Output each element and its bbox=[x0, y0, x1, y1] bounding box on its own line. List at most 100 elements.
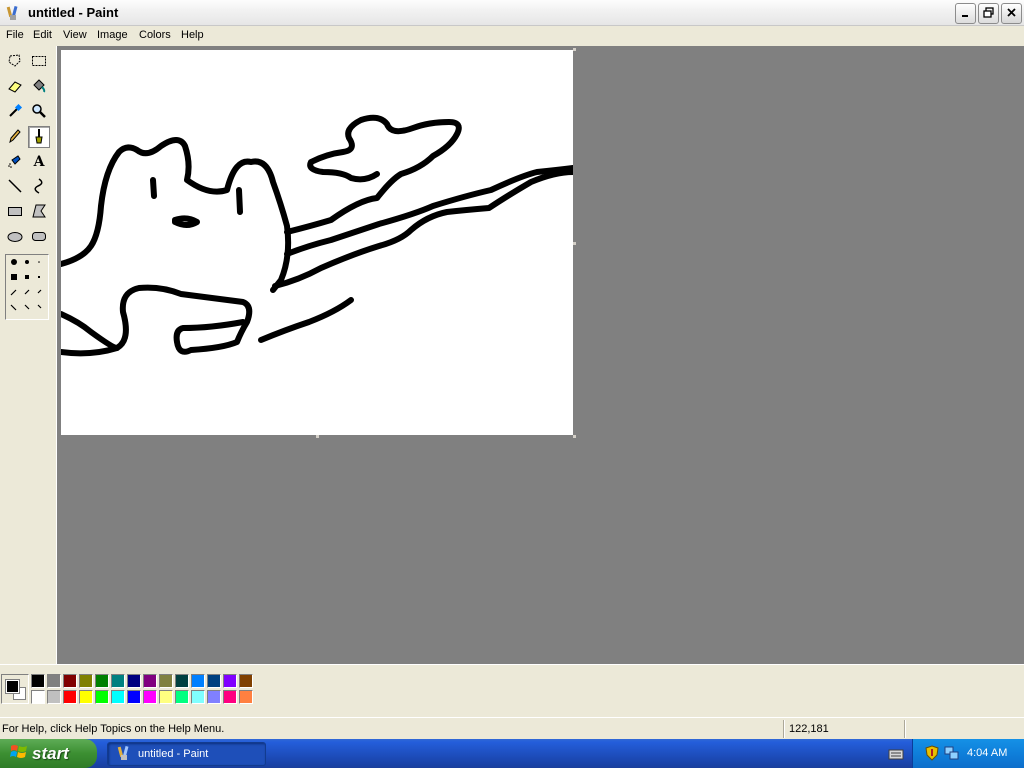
palette-color-swatch[interactable] bbox=[79, 674, 93, 688]
palette-color-swatch[interactable] bbox=[175, 690, 189, 704]
restore-button[interactable] bbox=[978, 3, 999, 24]
palette-color-swatch[interactable] bbox=[127, 690, 141, 704]
palette-color-swatch[interactable] bbox=[207, 674, 221, 688]
foreground-color bbox=[5, 679, 20, 694]
palette-color-swatch[interactable] bbox=[95, 690, 109, 704]
palette-color-swatch[interactable] bbox=[175, 674, 189, 688]
rectangle-tool[interactable] bbox=[4, 201, 26, 223]
text-icon: A bbox=[33, 154, 45, 170]
pencil-tool[interactable] bbox=[4, 126, 26, 148]
magnifier-icon bbox=[31, 103, 47, 122]
toolbox: A bbox=[0, 46, 57, 664]
palette-color-swatch[interactable] bbox=[111, 690, 125, 704]
palette-color-swatch[interactable] bbox=[63, 674, 77, 688]
select-icon bbox=[31, 53, 47, 72]
cursor-coordinates: 122,181 bbox=[789, 723, 829, 735]
taskbar-paint-button[interactable]: untitled - Paint bbox=[107, 742, 266, 766]
title-bar: untitled - Paint bbox=[0, 0, 1024, 26]
palette-color-swatch[interactable] bbox=[239, 690, 253, 704]
line-tool[interactable] bbox=[4, 176, 26, 198]
palette-color-swatch[interactable] bbox=[159, 674, 173, 688]
curve-tool[interactable] bbox=[28, 176, 50, 198]
palette-color-swatch[interactable] bbox=[31, 690, 45, 704]
brush-shape-options[interactable] bbox=[6, 255, 48, 319]
palette-color-swatch[interactable] bbox=[63, 690, 77, 704]
rectangle-icon bbox=[7, 203, 23, 222]
menu-view[interactable]: View bbox=[63, 29, 87, 41]
menu-help[interactable]: Help bbox=[181, 29, 204, 41]
palette-color-swatch[interactable] bbox=[127, 674, 141, 688]
close-icon bbox=[1006, 7, 1017, 21]
free-form-select-tool[interactable] bbox=[4, 51, 26, 73]
network-icon[interactable] bbox=[944, 745, 960, 764]
palette-color-swatch[interactable] bbox=[95, 674, 109, 688]
taskbar-paint-label: untitled - Paint bbox=[138, 748, 209, 760]
start-button[interactable]: start bbox=[0, 739, 97, 768]
paint-app-icon[interactable] bbox=[5, 5, 21, 21]
palette-color-swatch[interactable] bbox=[207, 690, 221, 704]
select-tool[interactable] bbox=[28, 51, 50, 73]
palette-color-swatch[interactable] bbox=[143, 690, 157, 704]
resize-handle-right[interactable] bbox=[573, 242, 576, 245]
palette-color-swatch[interactable] bbox=[191, 690, 205, 704]
palette-color-swatch[interactable] bbox=[223, 674, 237, 688]
airbrush-icon bbox=[7, 153, 23, 172]
security-shield-icon[interactable] bbox=[925, 745, 939, 764]
pick-color-tool[interactable] bbox=[4, 101, 26, 123]
eraser-icon bbox=[7, 78, 23, 97]
fill-bucket-icon bbox=[31, 78, 47, 97]
airbrush-tool[interactable] bbox=[4, 151, 26, 173]
brush-tool[interactable] bbox=[28, 126, 50, 148]
line-icon bbox=[7, 178, 23, 197]
taskbar: start untitled - Paint 4:04 AM bbox=[0, 739, 1024, 768]
palette-color-swatch[interactable] bbox=[31, 674, 45, 688]
start-label: start bbox=[32, 743, 69, 763]
palette-color-swatch[interactable] bbox=[239, 674, 253, 688]
menu-image[interactable]: Image bbox=[97, 29, 128, 41]
drawing-canvas[interactable] bbox=[58, 50, 576, 435]
close-button[interactable] bbox=[1001, 3, 1022, 24]
keyboard-icon[interactable] bbox=[888, 747, 904, 764]
restore-icon bbox=[983, 6, 994, 21]
resize-handle-bottom-right[interactable] bbox=[573, 435, 576, 438]
resize-handle-bottom[interactable] bbox=[316, 435, 319, 438]
brush-options-panel bbox=[5, 254, 49, 320]
current-colors bbox=[1, 674, 29, 704]
polygon-tool[interactable] bbox=[28, 201, 50, 223]
system-clock: 4:04 AM bbox=[967, 747, 1008, 759]
palette-color-swatch[interactable] bbox=[111, 674, 125, 688]
menu-file[interactable]: File bbox=[6, 29, 24, 41]
palette-color-swatch[interactable] bbox=[223, 690, 237, 704]
windows-logo-icon bbox=[10, 743, 28, 764]
minimize-icon bbox=[960, 7, 971, 21]
polygon-icon bbox=[31, 203, 47, 222]
pencil-icon bbox=[7, 128, 23, 147]
status-divider bbox=[783, 720, 785, 738]
status-divider bbox=[904, 720, 906, 738]
status-help-text: For Help, click Help Topics on the Help … bbox=[2, 723, 225, 735]
rounded-rectangle-tool[interactable] bbox=[28, 226, 50, 248]
fill-tool[interactable] bbox=[28, 76, 50, 98]
palette-color-swatch[interactable] bbox=[191, 674, 205, 688]
palette-color-swatch[interactable] bbox=[159, 690, 173, 704]
workspace bbox=[57, 46, 1024, 664]
magnifier-tool[interactable] bbox=[28, 101, 50, 123]
palette-color-swatch[interactable] bbox=[47, 690, 61, 704]
curve-icon bbox=[31, 177, 47, 197]
resize-handle-top-right[interactable] bbox=[573, 48, 576, 51]
minimize-button[interactable] bbox=[955, 3, 976, 24]
text-tool[interactable]: A bbox=[28, 151, 50, 173]
pick-color-icon bbox=[7, 103, 23, 122]
status-bar: For Help, click Help Topics on the Help … bbox=[0, 717, 1024, 739]
palette-color-swatch[interactable] bbox=[79, 690, 93, 704]
menu-colors[interactable]: Colors bbox=[139, 29, 171, 41]
eraser-tool[interactable] bbox=[4, 76, 26, 98]
palette-color-swatch[interactable] bbox=[47, 674, 61, 688]
menu-edit[interactable]: Edit bbox=[33, 29, 52, 41]
rounded-rectangle-icon bbox=[31, 228, 47, 247]
menu-bar: File Edit View Image Colors Help bbox=[0, 26, 1024, 46]
ellipse-tool[interactable] bbox=[4, 226, 26, 248]
palette-color-swatch[interactable] bbox=[143, 674, 157, 688]
window-title: untitled - Paint bbox=[28, 5, 119, 20]
ellipse-icon bbox=[7, 228, 23, 247]
